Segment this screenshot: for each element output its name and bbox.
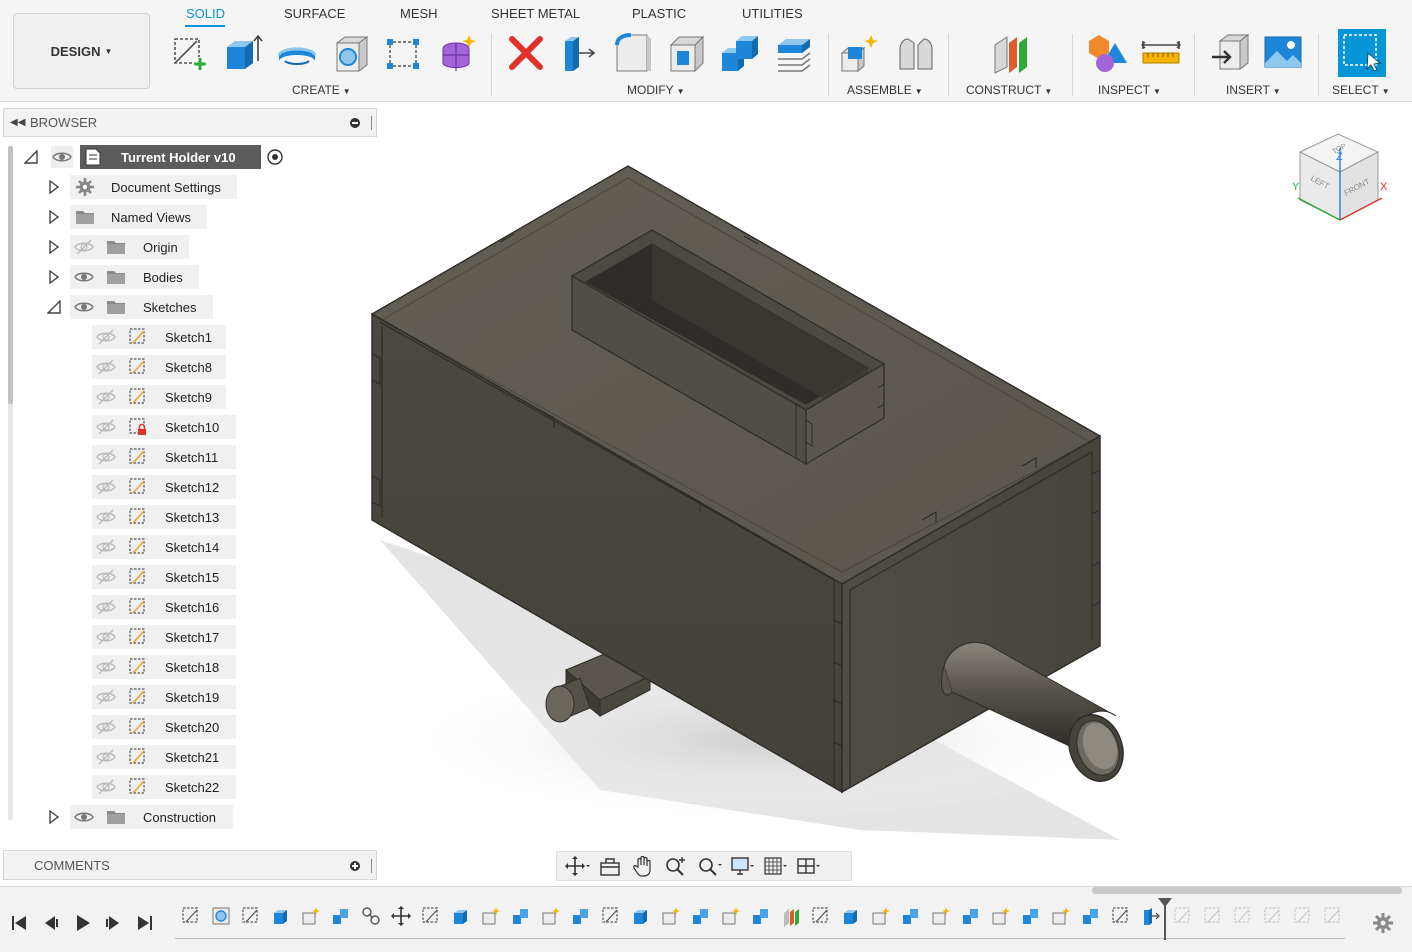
timeline-new-component-icon[interactable] [930, 905, 952, 929]
look-at-button[interactable] [594, 853, 625, 879]
timeline-hole-icon[interactable] [210, 905, 232, 929]
timeline-combine-icon[interactable] [690, 905, 712, 929]
timeline-extrude-icon[interactable] [630, 905, 652, 929]
step-forward-icon [106, 916, 119, 930]
play-icon [77, 915, 90, 931]
timeline-joint-icon[interactable] [360, 905, 382, 929]
timeline-combine-icon[interactable] [900, 905, 922, 929]
timeline-new-component-icon[interactable] [300, 905, 322, 929]
timeline-extrude-icon[interactable] [450, 905, 472, 929]
timeline-press-pull-icon[interactable] [1140, 905, 1162, 929]
timeline-new-component-icon[interactable] [990, 905, 1012, 929]
model-viewport[interactable] [0, 0, 1412, 952]
display-settings-button[interactable] [726, 853, 757, 879]
axis-z-label: Z [1336, 151, 1343, 163]
timeline-extrude-icon[interactable] [270, 905, 292, 929]
timeline-sketch-icon[interactable] [240, 905, 262, 929]
timeline-new-component-icon[interactable] [540, 905, 562, 929]
timeline-scrollbar[interactable] [1092, 887, 1402, 894]
skip-end-icon [138, 916, 152, 930]
view-cube[interactable]: TOP LEFT FRONT Z X Y [1290, 130, 1390, 230]
timeline-new-component-icon[interactable] [480, 905, 502, 929]
timeline-suppressed-sketch-icon[interactable] [1172, 905, 1194, 929]
orbit-button[interactable] [561, 853, 592, 879]
pan-button[interactable] [627, 853, 658, 879]
zoom-button[interactable] [660, 853, 691, 879]
go-to-start-button[interactable] [8, 912, 30, 934]
timeline-new-component-icon[interactable] [1050, 905, 1072, 929]
timeline-combine-icon[interactable] [960, 905, 982, 929]
zoom-icon [665, 857, 685, 876]
step-back-icon [45, 916, 58, 930]
timeline-combine-icon[interactable] [510, 905, 532, 929]
skip-start-icon [12, 916, 26, 930]
timeline-suppressed-sketch-icon[interactable] [1322, 905, 1344, 929]
fit-button[interactable] [693, 853, 724, 879]
timeline-extrude-icon[interactable] [840, 905, 862, 929]
orbit-icon [564, 856, 590, 876]
axis-x-label: X [1380, 181, 1388, 193]
viewports-icon [796, 858, 820, 874]
timeline-combine-icon[interactable] [330, 905, 352, 929]
timeline-combine-icon[interactable] [570, 905, 592, 929]
timeline-combine-icon[interactable] [1020, 905, 1042, 929]
timeline-track [175, 938, 1345, 939]
timeline-sketch-icon[interactable] [600, 905, 622, 929]
viewports-button[interactable] [792, 853, 823, 879]
timeline-sketch-icon[interactable] [810, 905, 832, 929]
axis-y-label: Y [1292, 181, 1300, 193]
timeline-settings-gear-icon[interactable] [1372, 912, 1394, 934]
timeline-suppressed-sketch-icon[interactable] [1202, 905, 1224, 929]
timeline-new-component-icon[interactable] [660, 905, 682, 929]
timeline-combine-icon[interactable] [750, 905, 772, 929]
timeline-sketch-icon[interactable] [180, 905, 202, 929]
timeline-combine-icon[interactable] [1080, 905, 1102, 929]
timeline-suppressed-sketch-icon[interactable] [1232, 905, 1254, 929]
timeline-sketch-icon[interactable] [420, 905, 442, 929]
grid-icon [763, 857, 787, 875]
fusion-window: DESIGN ▼ SOLID SURFACE MESH SHEET METAL … [0, 0, 1412, 952]
timeline-suppressed-sketch-icon[interactable] [1292, 905, 1314, 929]
step-forward-button[interactable] [102, 912, 124, 934]
display-settings-icon [730, 857, 754, 875]
play-button[interactable] [72, 912, 94, 934]
zoom-fit-icon [698, 858, 722, 876]
timeline-suppressed-sketch-icon[interactable] [1262, 905, 1284, 929]
timeline-new-component-icon[interactable] [870, 905, 892, 929]
step-back-button[interactable] [40, 912, 62, 934]
grid-settings-button[interactable] [759, 853, 790, 879]
go-to-end-button[interactable] [134, 912, 156, 934]
pan-hand-icon [632, 855, 651, 877]
timeline-new-component-icon[interactable] [720, 905, 742, 929]
navigation-bar [556, 851, 852, 881]
timeline-plane-icon[interactable] [780, 905, 802, 929]
timeline-sketch-icon[interactable] [1110, 905, 1132, 929]
look-at-icon [599, 858, 620, 876]
timeline-move-icon[interactable] [390, 905, 412, 929]
timeline-marker[interactable] [1158, 898, 1172, 940]
